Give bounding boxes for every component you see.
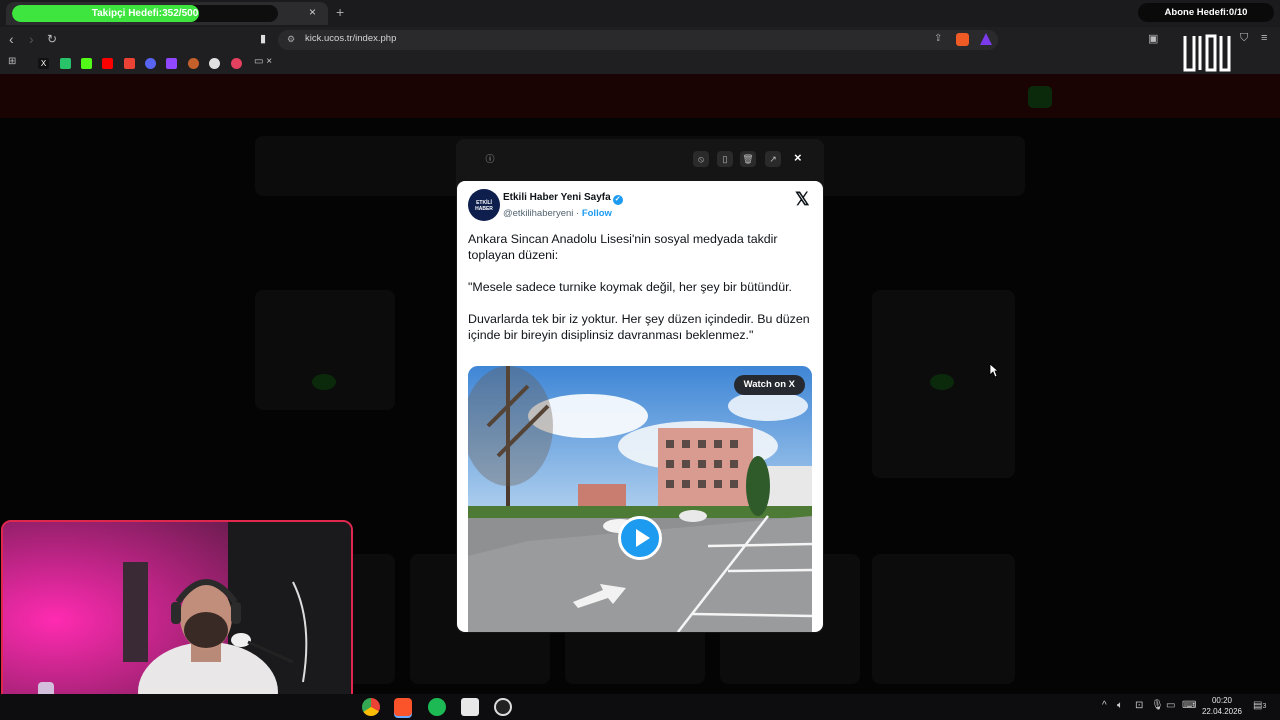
tweet-paragraph: "Mesele sadece turnike koymak değil, her… (468, 280, 792, 294)
follow-link[interactable]: Follow (582, 208, 612, 219)
author-handle[interactable]: @etkilihaberyeni (503, 208, 573, 219)
back-icon[interactable]: ‹ (9, 32, 14, 46)
k-bookmark-icon[interactable] (81, 58, 92, 69)
notifications-icon[interactable]: ▤3 (1253, 700, 1266, 711)
tray-chevron-icon[interactable]: ^ (1102, 700, 1107, 711)
screen: Takipçi Hedefi:352/500 × + Abone Hedefi:… (0, 0, 1280, 720)
display-icon[interactable]: ▭ (1166, 700, 1175, 711)
page-header (0, 74, 1280, 118)
notification-count: 3 (1262, 703, 1267, 710)
follower-goal-label: Takipçi Hedefi:352/500 (91, 8, 199, 19)
tweet-body: Ankara Sincan Anadolu Lisesi'nin sosyal … (468, 231, 818, 359)
watch-on-x-button[interactable]: Watch on X (733, 375, 805, 395)
chrome-taskbar-icon[interactable] (362, 698, 380, 716)
play-icon[interactable] (618, 516, 662, 560)
new-tab-button[interactable]: + (336, 4, 344, 20)
modal-close-button[interactable]: × (794, 150, 802, 165)
url-field[interactable]: ⚙ kick.ucos.tr/index.php ⇪ (278, 30, 998, 50)
taskbar: ^ 🔈︎ ⊡ 🎙︎ ▭ ⌨ 00:20 22.04.2026 ▤3 (0, 694, 1280, 720)
obs-taskbar-icon[interactable] (494, 698, 512, 716)
spotify-taskbar-icon[interactable] (428, 698, 446, 716)
tab-close-icon[interactable]: × (309, 5, 316, 19)
bookmark-icon[interactable]: ▯ (717, 151, 733, 167)
subscriber-goal-label: Abone Hedefi:0/10 (1138, 3, 1274, 22)
page-status-dot (312, 374, 336, 390)
site-settings-icon[interactable]: ⚙ (287, 34, 298, 45)
sidebar-icon[interactable]: ▣ (1148, 32, 1158, 45)
page-card (872, 554, 1015, 684)
extension-bookmark-icon[interactable] (188, 58, 199, 69)
brave-shields-icon[interactable] (956, 33, 969, 46)
url-text: kick.ucos.tr/index.php (305, 33, 397, 44)
webcam-feed (3, 522, 351, 718)
notepad-taskbar-icon[interactable] (461, 698, 479, 716)
mouse-cursor-icon (989, 363, 999, 378)
handle-separator: · (576, 208, 580, 219)
clock-date: 22.04.2026 (1201, 707, 1243, 716)
bookmark-folder[interactable]: ▭ × (254, 56, 272, 67)
webcam-overlay (1, 520, 353, 720)
system-clock[interactable]: 00:20 22.04.2026 (1196, 695, 1248, 717)
menu-icon[interactable]: ≡ (1261, 32, 1267, 44)
embed-modal: ⓘ ⦸ ▯ 🗑︎ ↗ × ETKİLİ HABER Etkili Haber Y… (456, 139, 824, 633)
bookmark-page-icon[interactable]: ▮ (260, 32, 266, 45)
share-icon[interactable]: ⇪ (934, 33, 942, 44)
reload-icon[interactable]: ↻ (47, 32, 57, 46)
gmail-bookmark-icon[interactable] (124, 58, 135, 69)
x-bookmark-icon[interactable]: X (38, 58, 49, 69)
youtube-bookmark-icon[interactable] (102, 58, 113, 69)
kick-bookmark-icon[interactable] (60, 58, 71, 69)
tweet-paragraph: Ankara Sincan Anadolu Lisesi'nin sosyal … (468, 232, 778, 262)
external-link-icon[interactable]: ↗ (765, 151, 781, 167)
tweet-paragraph: Duvarlarda tek bir iz yoktur. Her şey dü… (468, 312, 810, 342)
verified-badge-icon: ✓ (612, 195, 623, 205)
block-icon[interactable]: ⦸ (693, 151, 709, 167)
browser-tab[interactable]: Takipçi Hedefi:352/500 × (6, 2, 328, 25)
microphone-icon[interactable]: 🎙︎ (1151, 700, 1164, 711)
author-handle-row: @etkilihaberyeni · Follow (503, 208, 612, 219)
keyboard-icon[interactable]: ⌨ (1182, 700, 1196, 711)
brave-taskbar-icon[interactable] (394, 698, 412, 716)
forward-icon[interactable]: › (29, 32, 34, 46)
network-icon[interactable]: ⊡ (1135, 700, 1143, 711)
x-logo-icon[interactable]: 𝕏 (795, 189, 810, 210)
follower-goal-bar: Takipçi Hedefi:352/500 (12, 5, 278, 22)
bookmark-folder-close[interactable]: × (266, 56, 272, 67)
video-thumbnail (468, 366, 812, 632)
discord-bookmark-icon[interactable] (145, 58, 156, 69)
bookmarks-bar: ⊞ X ▭ × (0, 53, 1280, 74)
author-name-text: Etkili Haber Yeni Sayfa (503, 192, 611, 203)
instagram-bookmark-icon[interactable] (231, 58, 242, 69)
page-header-button (1028, 86, 1052, 108)
page-card (255, 290, 395, 410)
author-name[interactable]: Etkili Haber Yeni Sayfa ✓ (503, 192, 623, 205)
volume-icon[interactable]: 🔈︎ (1117, 700, 1123, 711)
vpn-icon[interactable]: ⛉ (1240, 32, 1248, 45)
info-icon[interactable]: ⓘ (482, 151, 498, 167)
page-status-dot (930, 374, 954, 390)
avatar[interactable]: ETKİLİ HABER (468, 189, 500, 221)
brave-rewards-icon[interactable] (980, 33, 992, 45)
tweet-embed[interactable]: ETKİLİ HABER Etkili Haber Yeni Sayfa ✓ @e… (457, 181, 823, 632)
clock-time: 00:20 (1211, 696, 1233, 705)
tweet-video[interactable]: Watch on X (468, 366, 812, 632)
trash-icon[interactable]: 🗑︎ (740, 151, 756, 167)
tab-bar: Takipçi Hedefi:352/500 × + Abone Hedefi:… (0, 0, 1280, 27)
chatgpt-bookmark-icon[interactable] (209, 58, 220, 69)
apps-grid-icon[interactable]: ⊞ (8, 56, 19, 67)
twitch-bookmark-icon[interactable] (166, 58, 177, 69)
address-bar-row: ‹ › ↻ ▮ ⚙ kick.ucos.tr/index.php ⇪ ▣ ⛉ ≡ (0, 27, 1280, 53)
channel-logo (1183, 34, 1231, 72)
modal-toolbar: ⓘ ⦸ ▯ 🗑︎ ↗ × (456, 139, 824, 179)
